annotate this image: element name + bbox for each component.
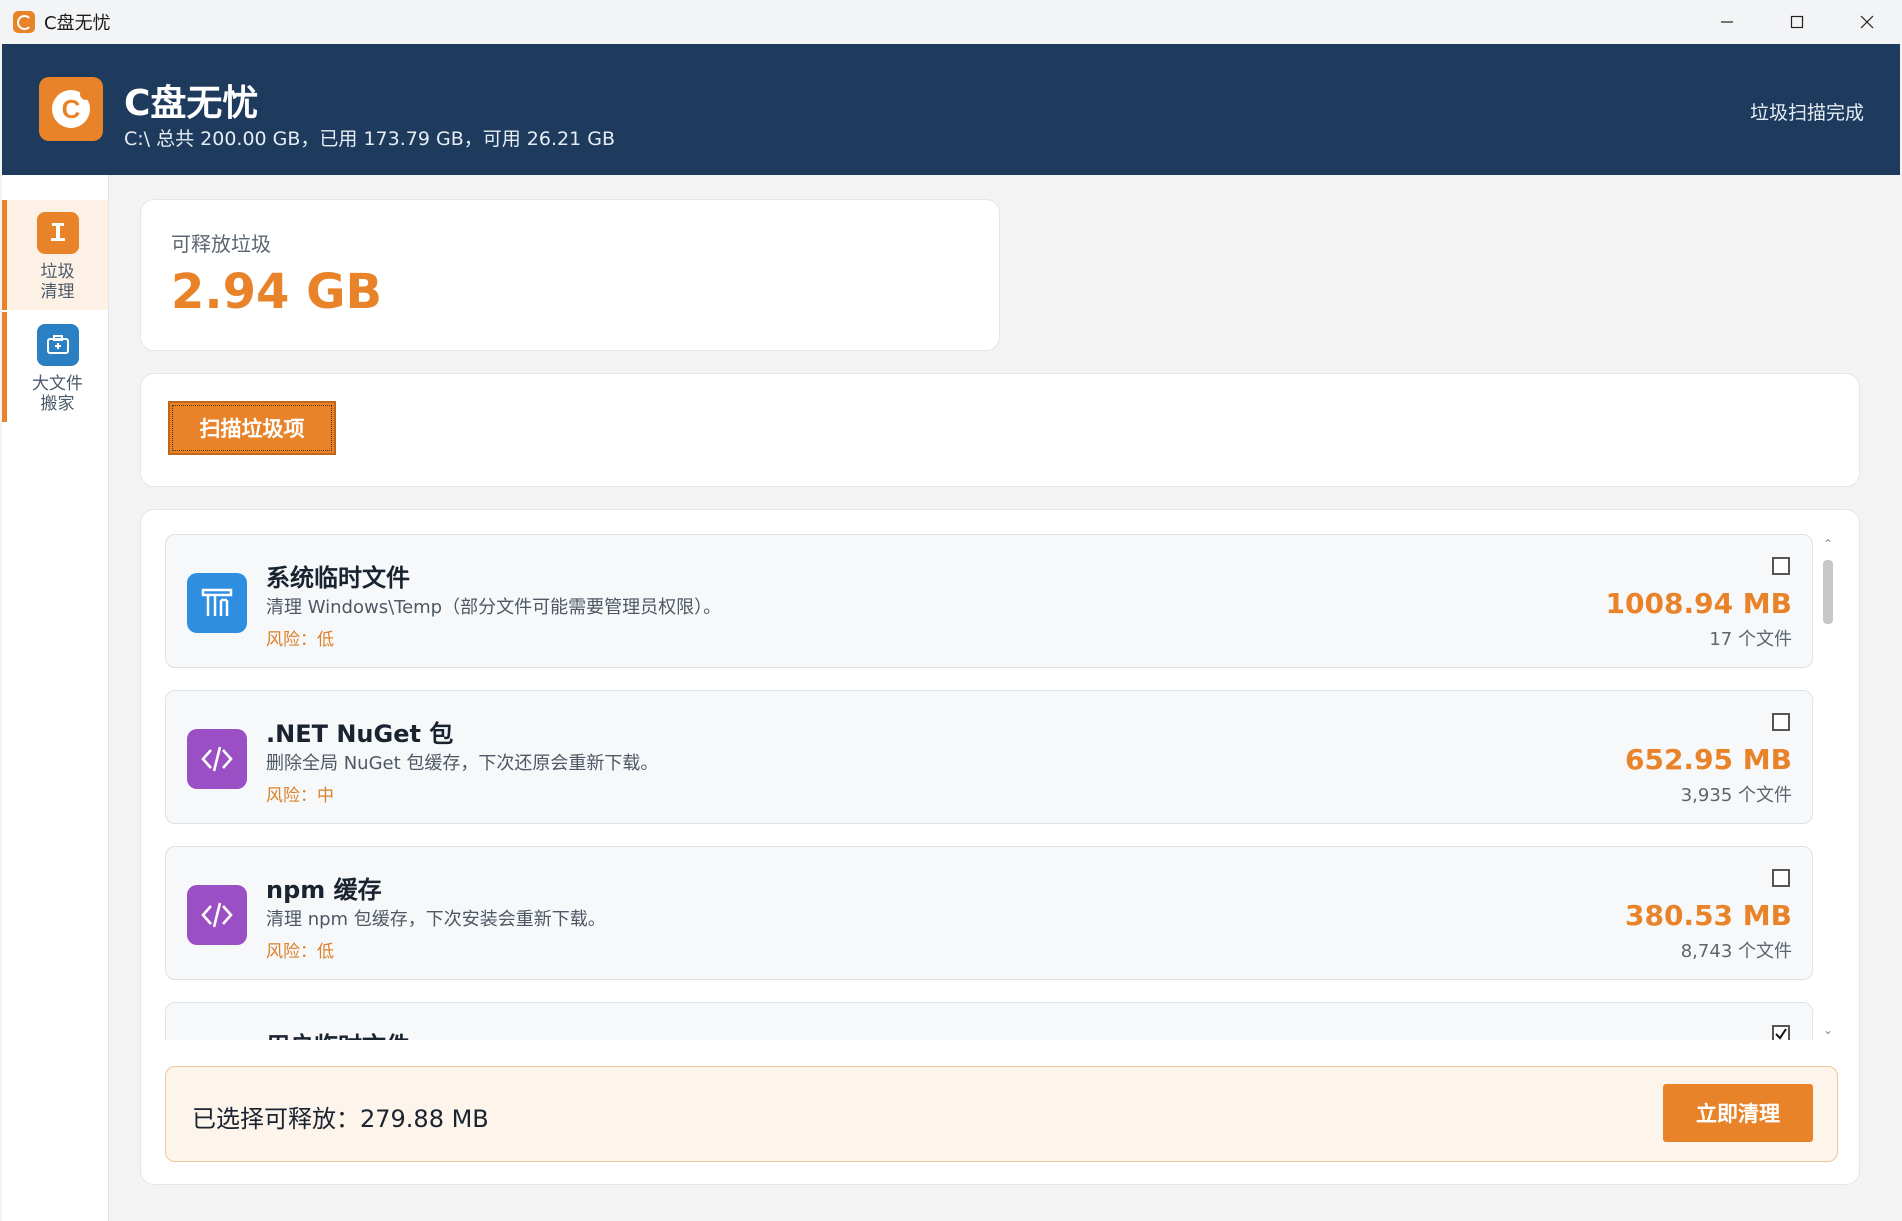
- item-description: 删除全局 NuGet 包缓存，下次还原会重新下载。: [266, 753, 659, 774]
- item-description: 清理 npm 包缓存，下次安装会重新下载。: [266, 909, 606, 930]
- summary-card: 可释放垃圾 2.94 GB: [140, 199, 1000, 351]
- item-risk: 风险：低: [266, 630, 334, 650]
- item-checkbox[interactable]: [1772, 1025, 1790, 1040]
- move-box-icon: [36, 324, 79, 366]
- scan-status: 垃圾扫描完成: [1749, 102, 1864, 124]
- scroll-down-icon[interactable]: ⌄: [1817, 1020, 1839, 1040]
- sidebar-item-large-file-move[interactable]: 大文件 搬家: [2, 312, 108, 422]
- item-title: .NET NuGet 包: [266, 720, 454, 748]
- releasable-value: 2.94 GB: [171, 264, 383, 320]
- item-file-count: 3,935 个文件: [1680, 785, 1792, 806]
- disk-usage-info: C:\ 总共 200.00 GB，已用 173.79 GB，可用 26.21 G…: [124, 128, 615, 150]
- list-item: 系统临时文件 清理 Windows\Temp（部分文件可能需要管理员权限）。 风…: [165, 534, 1813, 668]
- minimize-icon: [1721, 21, 1733, 23]
- app-header: C C盘无忧 C:\ 总共 200.00 GB，已用 173.79 GB，可用 …: [2, 44, 1900, 175]
- item-size: 1008.94 MB: [1605, 587, 1792, 620]
- app-name: C盘无忧: [124, 83, 259, 124]
- scroll-up-icon[interactable]: ⌃: [1817, 534, 1839, 554]
- clean-now-button[interactable]: 立即清理: [1663, 1084, 1813, 1142]
- releasable-label: 可释放垃圾: [171, 232, 271, 256]
- item-checkbox[interactable]: [1772, 713, 1790, 731]
- minimize-button[interactable]: [1692, 0, 1762, 44]
- close-button[interactable]: [1832, 0, 1902, 44]
- item-risk: 风险：中: [266, 786, 334, 806]
- item-title: 系统临时文件: [266, 564, 410, 592]
- maximize-button[interactable]: [1762, 0, 1832, 44]
- title-bar: C盘无忧: [0, 0, 1902, 44]
- close-icon: [1860, 15, 1874, 29]
- list-item: .NET NuGet 包 删除全局 NuGet 包缓存，下次还原会重新下载。 风…: [165, 690, 1813, 824]
- list-item: npm 缓存 清理 npm 包缓存，下次安装会重新下载。 风险：低 380.53…: [165, 846, 1813, 980]
- broom-icon: [36, 212, 79, 254]
- windows-temp-icon: [187, 573, 247, 633]
- scan-card: 扫描垃圾项: [140, 373, 1860, 487]
- item-risk: 风险：低: [266, 942, 334, 962]
- selected-releasable-text: 已选择可释放：279.88 MB: [192, 1105, 489, 1133]
- item-size: 652.95 MB: [1624, 743, 1792, 776]
- junk-list-card: 系统临时文件 清理 Windows\Temp（部分文件可能需要管理员权限）。 风…: [140, 509, 1860, 1185]
- item-title: 用户临时文件: [266, 1026, 410, 1040]
- window-title: C盘无忧: [44, 13, 111, 34]
- item-title: npm 缓存: [266, 876, 382, 904]
- sidebar-item-label: 垃圾 清理: [40, 262, 75, 302]
- selection-summary-bar: 已选择可释放：279.88 MB 立即清理: [165, 1066, 1838, 1162]
- list-scrollbar[interactable]: ⌃ ⌄: [1817, 534, 1839, 1040]
- item-checkbox[interactable]: [1772, 557, 1790, 575]
- junk-list: 系统临时文件 清理 Windows\Temp（部分文件可能需要管理员权限）。 风…: [165, 534, 1815, 1040]
- sidebar-item-label: 大文件 搬家: [32, 374, 83, 414]
- window-controls: [1692, 0, 1902, 44]
- code-icon: [187, 885, 247, 945]
- sidebar-item-junk-clean[interactable]: 垃圾 清理: [2, 200, 108, 310]
- app-icon: [13, 11, 35, 33]
- logo-ring: C: [52, 88, 92, 128]
- scroll-thumb[interactable]: [1823, 560, 1833, 624]
- item-file-count: 8,743 个文件: [1680, 941, 1792, 962]
- sidebar: 垃圾 清理 大文件 搬家: [2, 175, 109, 1221]
- item-description: 清理 Windows\Temp（部分文件可能需要管理员权限）。: [266, 597, 722, 618]
- item-size: 380.53 MB: [1624, 899, 1792, 932]
- scan-button[interactable]: 扫描垃圾项: [168, 401, 336, 455]
- app-window: C盘无忧 C C盘无忧 C:\ 总共 200.00 GB，已用 173.79 G…: [0, 0, 1902, 1221]
- code-icon: [187, 729, 247, 789]
- item-file-count: 17 个文件: [1709, 629, 1792, 650]
- logo-letter: C: [61, 94, 81, 124]
- app-logo: C: [39, 77, 103, 141]
- checkmark-icon: [1775, 1028, 1787, 1040]
- item-checkbox[interactable]: [1772, 869, 1790, 887]
- maximize-icon: [1790, 15, 1804, 29]
- list-item: 用户临时文件: [165, 1002, 1813, 1040]
